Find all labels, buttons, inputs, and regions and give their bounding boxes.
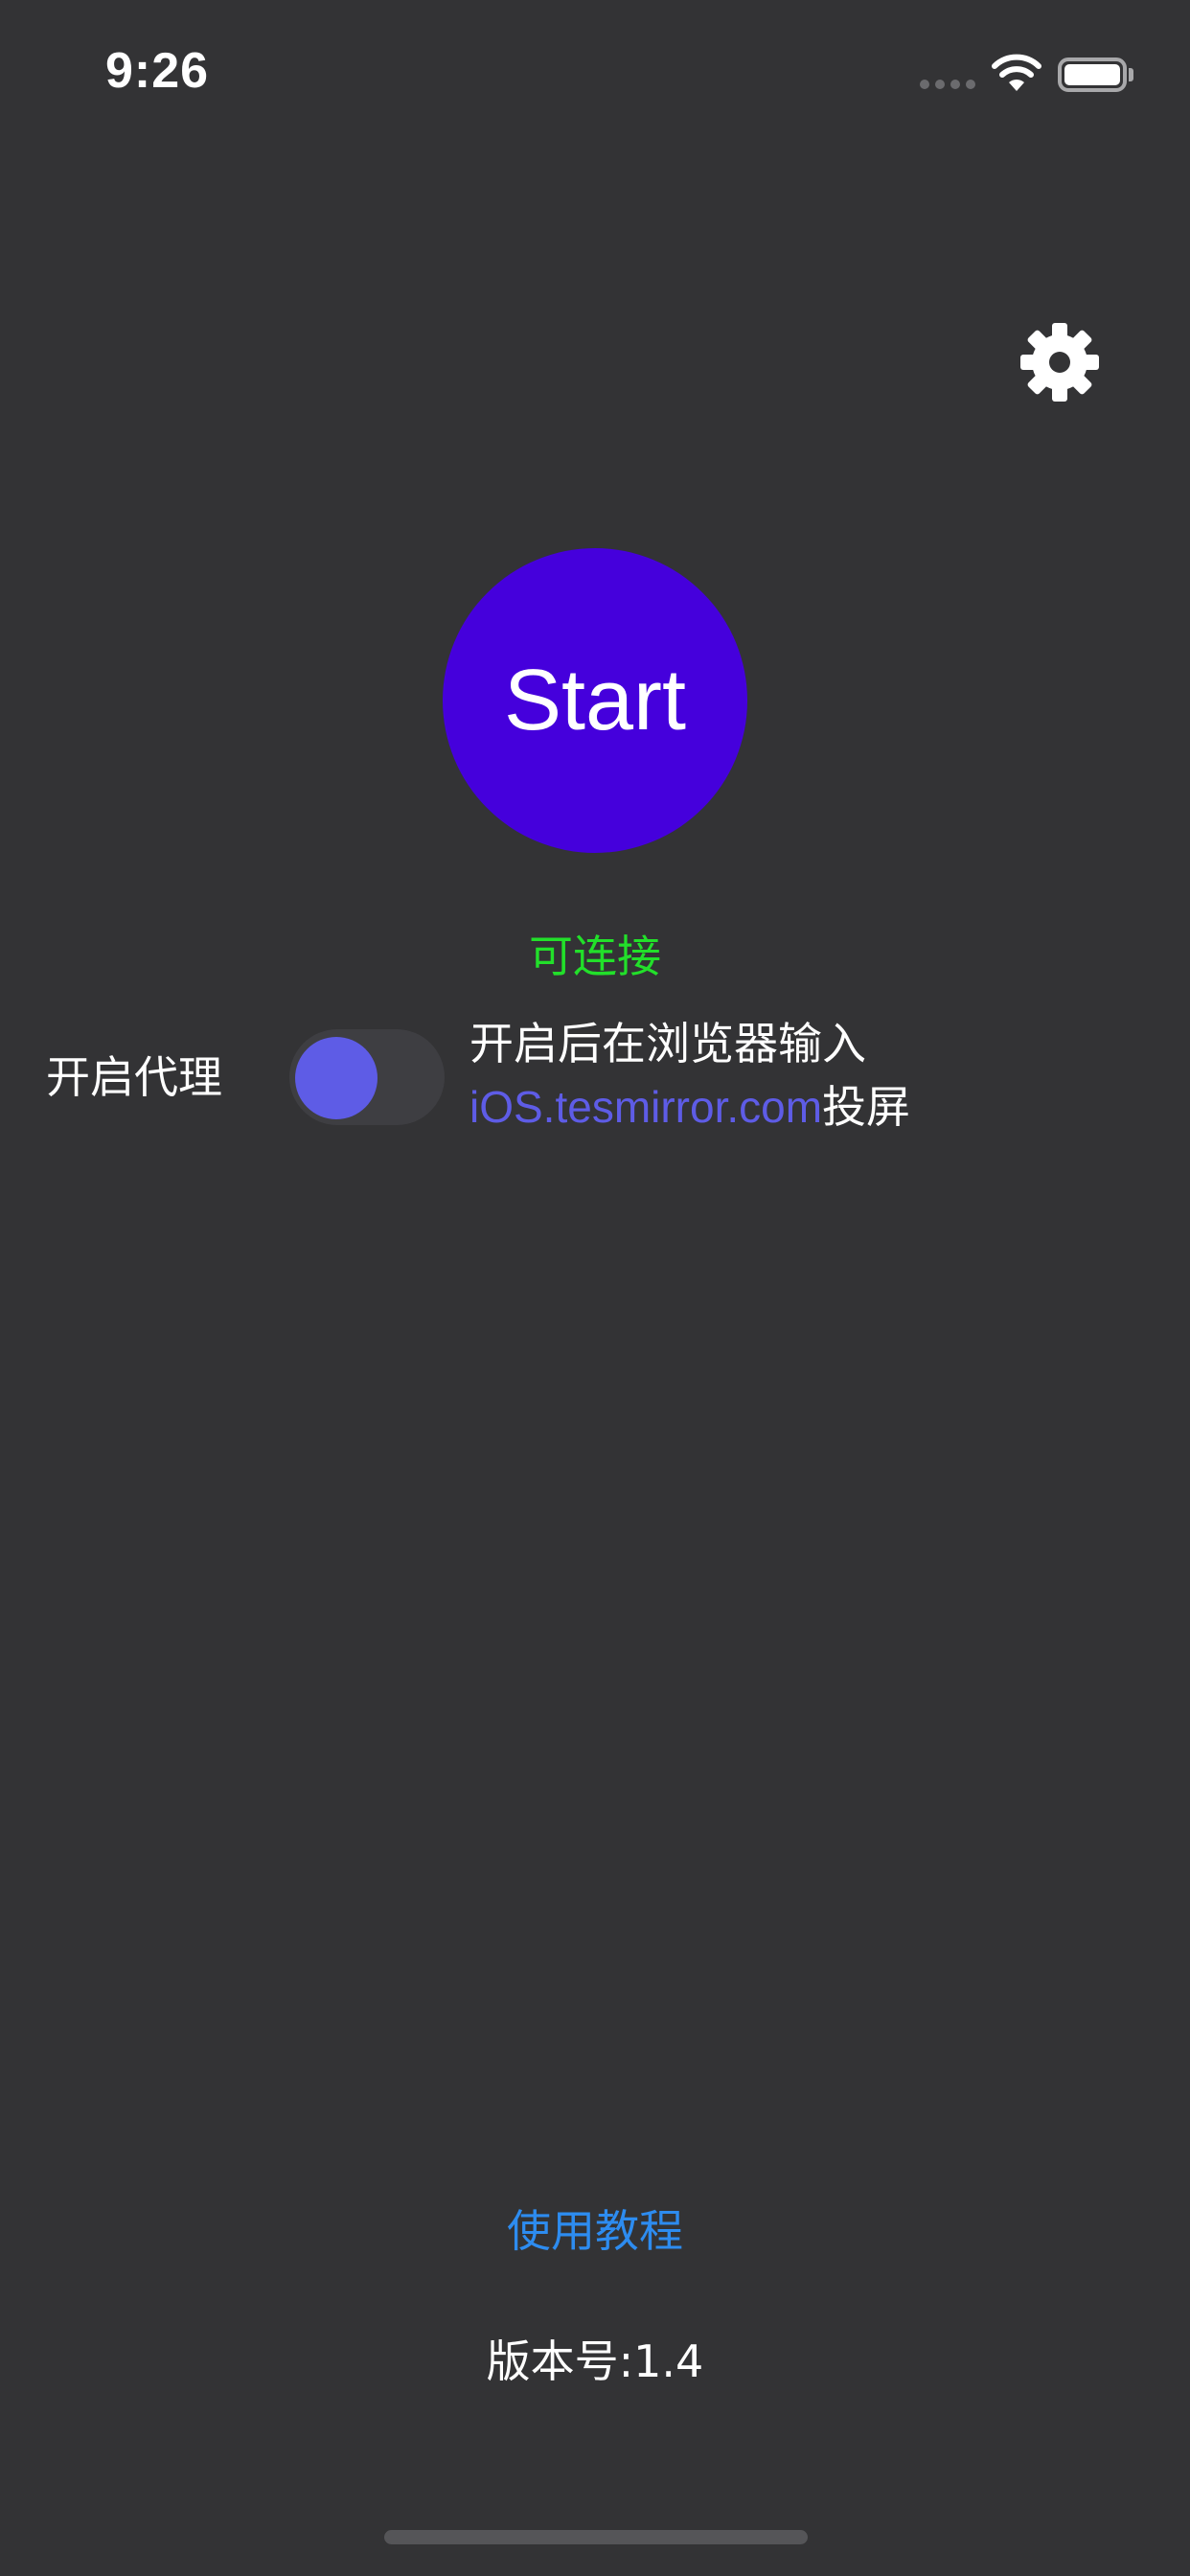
gear-icon[interactable]: [1019, 322, 1100, 402]
proxy-hint-line2: iOS.tesmirror.com投屏: [469, 1075, 910, 1138]
mirror-url-link[interactable]: iOS.tesmirror.com: [469, 1082, 822, 1132]
version-label: 版本号:1.4: [486, 2335, 704, 2387]
proxy-hint-suffix: 投屏: [822, 1081, 911, 1133]
proxy-label: 开启代理: [46, 1051, 222, 1103]
start-button-label: Start: [503, 652, 687, 748]
toggle-knob: [295, 1037, 378, 1119]
status-time: 9:26: [105, 43, 210, 99]
battery-icon: [1058, 58, 1127, 92]
start-button[interactable]: Start: [443, 548, 747, 853]
wifi-icon: [992, 54, 1041, 91]
signal-icon: [920, 80, 975, 89]
battery-cap: [1129, 68, 1133, 81]
connection-status: 可连接: [529, 931, 661, 982]
proxy-toggle[interactable]: [289, 1029, 445, 1125]
proxy-hint: 开启后在浏览器输入 iOS.tesmirror.com投屏: [469, 1012, 910, 1138]
app-screen: 9:26 Start 可连接 开启代理 开启后在浏览器输入 iOS.tesmir…: [0, 0, 1190, 2576]
proxy-hint-line1: 开启后在浏览器输入: [469, 1018, 866, 1070]
home-indicator[interactable]: [384, 2530, 808, 2544]
tutorial-link[interactable]: 使用教程: [0, 2196, 1190, 2260]
